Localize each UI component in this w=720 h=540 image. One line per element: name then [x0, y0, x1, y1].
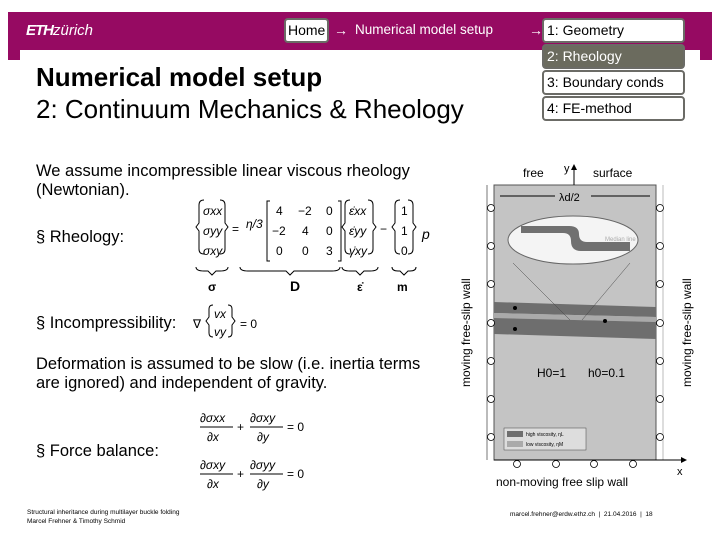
nav-boundary-conds[interactable]: 3: Boundary conds: [542, 70, 685, 95]
H0-label: H0=1: [537, 366, 566, 380]
m3: 0: [401, 244, 408, 258]
d33: 3: [326, 244, 333, 258]
h0-label: h0=0.1: [588, 366, 625, 380]
svg-text:+: +: [237, 420, 244, 434]
d23: 0: [326, 224, 333, 238]
nabla: ∇: [192, 317, 202, 331]
footer-title: Structural inheritance during multilayer…: [27, 509, 180, 516]
right-wall-label: moving free-slip wall: [680, 278, 694, 387]
footer-right: marcel.frehner@erdw.ethz.ch | 21.04.2016…: [510, 511, 653, 518]
d21: −2: [272, 224, 286, 238]
D-label: D: [290, 278, 300, 294]
y-axis-label: y: [564, 163, 570, 175]
sigma-yy: σyy: [203, 224, 223, 238]
breadcrumb-arrow: →: [334, 22, 348, 38]
fb1-num2: ∂σxy: [250, 411, 276, 425]
left-wall-label: moving free-slip wall: [459, 278, 473, 387]
d11: 4: [276, 204, 283, 218]
wavelength-label: λd/2: [559, 192, 580, 204]
breadcrumb-arrow: →: [529, 22, 543, 38]
svg-text:=: =: [232, 222, 239, 236]
incompressibility-equation: ∇ vx vy = 0: [192, 304, 257, 339]
bottom-wall-label: non-moving free slip wall: [496, 475, 628, 489]
d13: 0: [326, 204, 333, 218]
sigma-label: σ: [208, 280, 216, 294]
rhs: = 0: [240, 317, 257, 331]
d32: 0: [302, 244, 309, 258]
nav-rheology[interactable]: 2: Rheology: [542, 44, 685, 69]
label-free: free: [523, 166, 544, 180]
deformation-note: Deformation is assumed to be slow (i.e. …: [36, 355, 421, 392]
m1: 1: [401, 204, 408, 218]
page-subtitle: 2: Continuum Mechanics & Rheology: [36, 94, 464, 124]
fb2-den1: ∂x: [207, 477, 220, 491]
eps-xx: ε̇xx: [349, 204, 367, 218]
fb1-den2: ∂y: [257, 430, 270, 444]
fb1-rhs: = 0: [287, 420, 304, 434]
vx: vx: [214, 307, 227, 321]
m-label: m: [397, 280, 408, 294]
fb2-num2: ∂σyy: [250, 458, 276, 472]
home-link[interactable]: Home: [284, 18, 330, 43]
d22: 4: [302, 224, 309, 238]
sigma-xy: σxy: [203, 244, 223, 258]
d12: −2: [298, 204, 312, 218]
p: p: [421, 226, 430, 242]
eps-yy: ε̇yy: [349, 224, 367, 238]
footer-email[interactable]: marcel.frehner@erdw.ethz.ch: [510, 511, 595, 518]
incompressibility-label: § Incompressibility:: [36, 314, 177, 332]
rheology-label: § Rheology:: [36, 228, 125, 246]
gamma-xy: γ̇xy: [349, 244, 368, 258]
fb2-num1: ∂σxy: [200, 458, 226, 472]
nav-geometry[interactable]: 1: Geometry: [542, 18, 685, 43]
label-surface: surface: [593, 166, 633, 180]
model-setup-figure: free surface y λd/2 Median line H0=1 h0=…: [459, 163, 694, 489]
eps-label: ε̇: [357, 280, 364, 294]
coef: η/3: [246, 217, 263, 231]
footer-date: 21.04.2016: [603, 511, 637, 518]
page-title: Numerical model setup: [36, 62, 323, 92]
vy: vy: [214, 325, 227, 339]
median-line-label: Median line: [605, 237, 636, 243]
legend-low: low viscosity, ηM: [526, 442, 563, 448]
d31: 0: [276, 244, 283, 258]
slide: ETHzürich Home → Numerical model setup →…: [0, 0, 720, 540]
breadcrumb-section[interactable]: Numerical model setup: [355, 18, 493, 42]
footer-left: Structural inheritance during multilayer…: [27, 508, 179, 526]
sigma-xx: σxx: [203, 204, 223, 218]
nav-fe-method[interactable]: 4: FE-method: [542, 96, 685, 121]
page-number: 18: [645, 511, 653, 518]
footer-authors: Marcel Frehner & Timothy Schmid: [27, 518, 126, 525]
fb1-num1: ∂σxx: [200, 411, 226, 425]
m2: 1: [401, 224, 408, 238]
x-axis-label: x: [677, 466, 683, 478]
fb2-rhs: = 0: [287, 467, 304, 481]
legend-high: high viscosity, ηL: [526, 432, 564, 438]
force-balance-label: § Force balance:: [36, 442, 159, 460]
svg-text:−: −: [380, 222, 387, 236]
fb2-den2: ∂y: [257, 477, 270, 491]
force-balance-equation: ∂σxx ∂x + ∂σxy ∂y = 0 ∂σxy ∂x + ∂σyy ∂y …: [200, 411, 304, 491]
rheology-equation: σxx σyy σxy = η/3 4 −2 0 −2 4 0 0 0 3 ε̇…: [195, 199, 430, 294]
svg-text:+: +: [237, 467, 244, 481]
fb1-den1: ∂x: [207, 430, 220, 444]
eth-logo[interactable]: ETHzürich: [26, 22, 93, 39]
